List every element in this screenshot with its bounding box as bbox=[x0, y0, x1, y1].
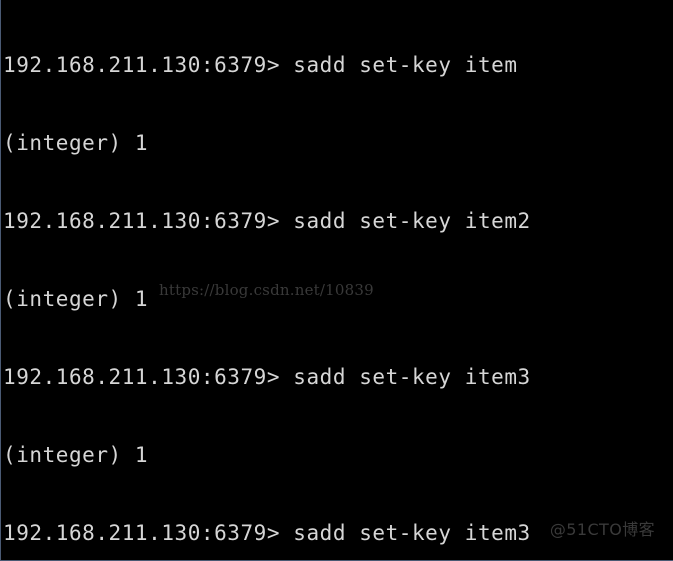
terminal-line: 192.168.211.130:6379> sadd set-key item3 bbox=[3, 521, 531, 545]
terminal-output: 192.168.211.130:6379> sadd set-key item … bbox=[1, 0, 673, 560]
terminal-line: (integer) 1 bbox=[3, 287, 149, 311]
terminal-line: 192.168.211.130:6379> sadd set-key item bbox=[3, 53, 518, 77]
terminal-line: 192.168.211.130:6379> sadd set-key item2 bbox=[3, 209, 531, 233]
terminal-line: (integer) 1 bbox=[3, 131, 149, 155]
terminal-window[interactable]: 192.168.211.130:6379> sadd set-key item … bbox=[0, 0, 673, 561]
terminal-line: (integer) 1 bbox=[3, 443, 149, 467]
terminal-line: 192.168.211.130:6379> sadd set-key item3 bbox=[3, 365, 531, 389]
